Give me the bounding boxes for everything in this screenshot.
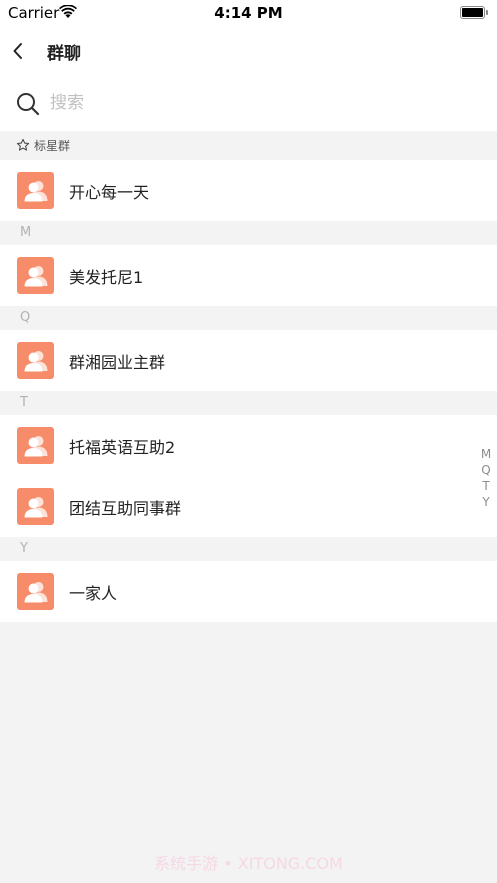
group-icon bbox=[24, 350, 47, 371]
section-index-bar[interactable]: M Q T Y bbox=[479, 446, 493, 510]
group-name: 美发托尼1 bbox=[69, 268, 144, 287]
group-avatar bbox=[17, 342, 54, 379]
nav-bar: 群聊 bbox=[0, 26, 497, 76]
section-letter: M bbox=[20, 225, 32, 240]
search-icon bbox=[17, 93, 40, 116]
group-icon bbox=[24, 581, 47, 602]
group-avatar bbox=[17, 488, 54, 525]
group-row[interactable]: 开心每一天 bbox=[0, 160, 497, 221]
group-icon bbox=[24, 180, 47, 201]
star-icon bbox=[16, 138, 30, 151]
group-avatar bbox=[17, 573, 54, 610]
group-name: 开心每一天 bbox=[69, 183, 150, 202]
section-letter: Q bbox=[20, 310, 31, 325]
group-name: 团结互助同事群 bbox=[69, 499, 182, 518]
starred-section-header: 标星群 bbox=[0, 131, 497, 160]
group-row[interactable]: 托福英语互助2 bbox=[0, 415, 497, 476]
group-name: 托福英语互助2 bbox=[69, 438, 176, 457]
section-header-y: Y bbox=[0, 537, 497, 561]
index-letter-y[interactable]: Y bbox=[479, 494, 493, 510]
section-letter: Y bbox=[20, 541, 28, 556]
page-title: 群聊 bbox=[47, 44, 81, 64]
group-row[interactable]: 群湘园业主群 bbox=[0, 330, 497, 391]
group-avatar bbox=[17, 172, 54, 209]
group-avatar bbox=[17, 427, 54, 464]
search-bar bbox=[0, 76, 497, 131]
watermark: 系统手游 • XITONG.COM bbox=[154, 854, 343, 873]
group-icon bbox=[24, 496, 47, 517]
chevron-left-icon bbox=[13, 43, 22, 59]
starred-section-title: 标星群 bbox=[34, 139, 71, 153]
section-header-m: M bbox=[0, 221, 497, 245]
group-icon bbox=[24, 265, 47, 286]
group-avatar bbox=[17, 257, 54, 294]
index-letter-m[interactable]: M bbox=[479, 446, 493, 462]
back-button[interactable] bbox=[4, 36, 32, 66]
status-bar: Carrier 4:14 PM bbox=[0, 0, 497, 26]
section-letter: T bbox=[20, 395, 28, 410]
section-header-t: T bbox=[0, 391, 497, 415]
group-row[interactable]: 团结互助同事群 bbox=[0, 476, 497, 537]
group-name: 一家人 bbox=[69, 584, 118, 603]
index-letter-q[interactable]: Q bbox=[479, 462, 493, 478]
section-header-q: Q bbox=[0, 306, 497, 330]
index-letter-t[interactable]: T bbox=[479, 478, 493, 494]
group-row[interactable]: 一家人 bbox=[0, 561, 497, 622]
battery-icon bbox=[460, 6, 489, 19]
group-row[interactable]: 美发托尼1 bbox=[0, 245, 497, 306]
search-input[interactable] bbox=[50, 90, 450, 116]
clock: 4:14 PM bbox=[214, 4, 283, 22]
group-icon bbox=[24, 435, 47, 456]
group-name: 群湘园业主群 bbox=[69, 353, 166, 372]
